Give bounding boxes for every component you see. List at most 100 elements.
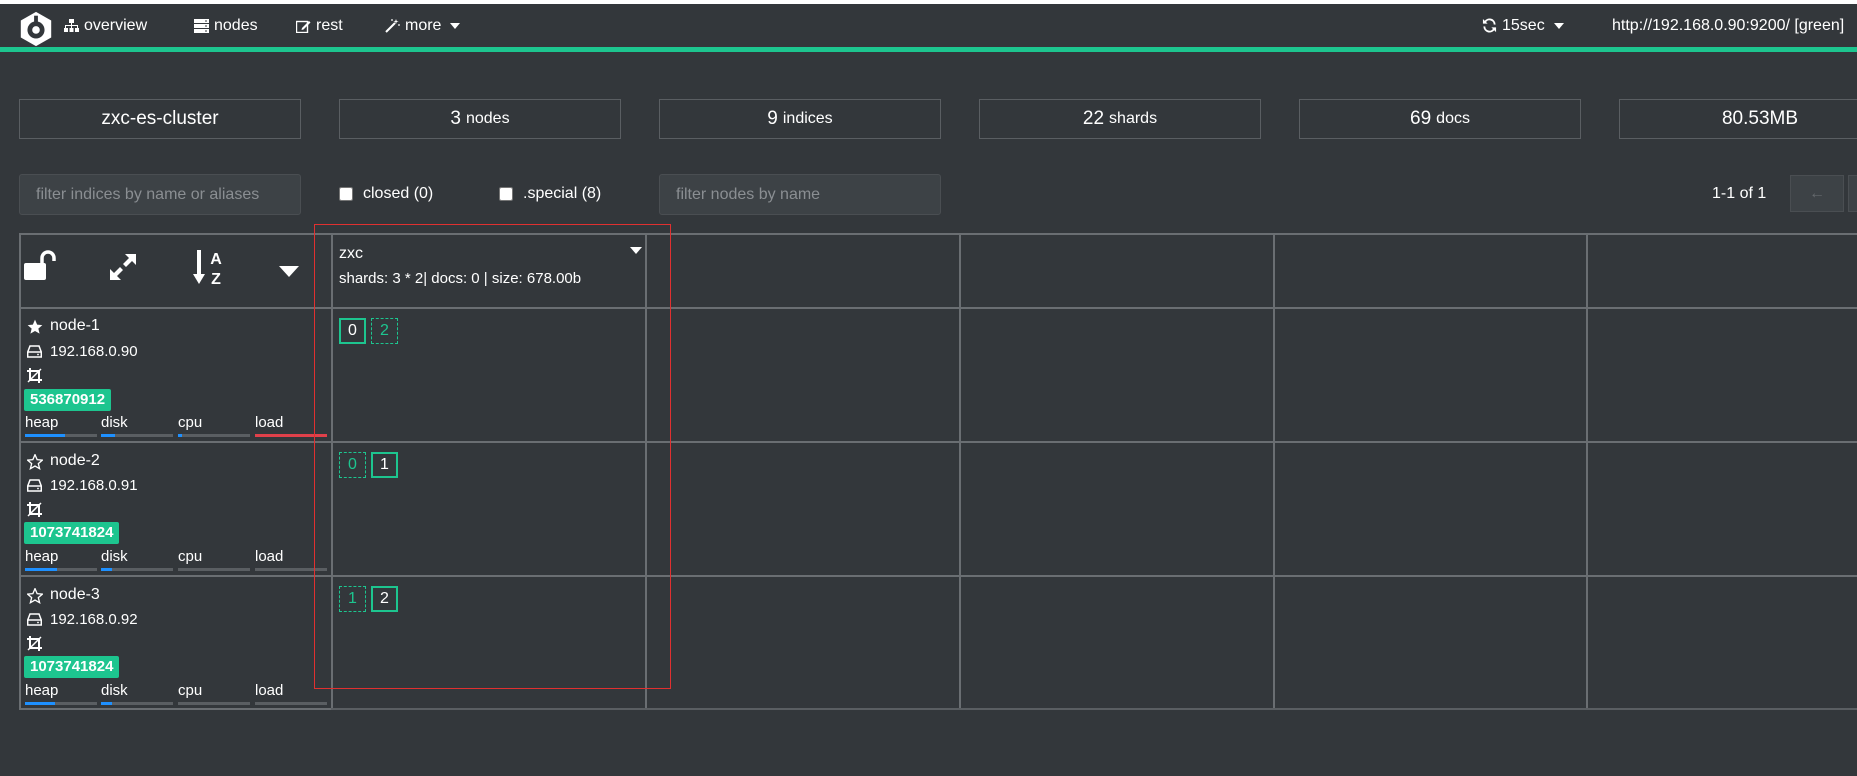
node-badge: 1073741824: [24, 522, 120, 544]
expand-icon[interactable]: [108, 252, 138, 282]
metric-bar-heap: [25, 568, 97, 571]
star-outline-icon: [27, 588, 43, 604]
metric-fill-heap: [25, 568, 57, 571]
svg-text:Z: Z: [211, 271, 221, 287]
grid-line: [19, 708, 334, 710]
grid-line: [331, 708, 1857, 710]
chevron-down-icon: [1553, 22, 1564, 29]
grid-line: [1586, 233, 1588, 710]
node-badge: 1073741824: [24, 656, 120, 678]
metric-bar-disk: [101, 568, 173, 571]
metric-bar-heap: [25, 434, 97, 437]
sort-alpha-icon[interactable]: A Z: [193, 249, 227, 287]
hdd-icon: [27, 345, 42, 358]
closed-checkbox-label: closed (0): [363, 185, 434, 202]
stat-nodes-count: 3: [450, 108, 461, 129]
shard-replica[interactable]: 0: [339, 452, 366, 478]
grid-line: [1273, 233, 1275, 710]
grid-line: [19, 441, 1857, 443]
metric-bar-load: [255, 568, 327, 571]
cluster-url[interactable]: http://192.168.0.90:9200/ [green]: [1612, 4, 1844, 47]
index-name[interactable]: zxc: [339, 245, 363, 263]
node-badge: 536870912: [24, 389, 112, 411]
index-options-caret-icon[interactable]: [630, 247, 642, 254]
stat-shards: 22 shards: [979, 99, 1261, 139]
nav-rest[interactable]: rest: [296, 4, 343, 47]
metric-label-disk: disk: [101, 414, 128, 431]
cerebro-logo-icon[interactable]: [17, 10, 55, 48]
metric-bar-cpu: [178, 434, 250, 437]
refresh-interval-label: 15sec: [1502, 17, 1545, 34]
metric-fill-load: [255, 434, 327, 437]
node-name[interactable]: node-3: [50, 586, 100, 604]
server-icon: [194, 18, 209, 33]
grid-line: [19, 575, 1857, 577]
shard-primary[interactable]: 1: [371, 452, 398, 478]
special-checkbox-input[interactable]: [499, 187, 513, 201]
navbar-accent-bar: [0, 47, 1857, 52]
shard-primary[interactable]: 0: [339, 318, 366, 344]
next-page-button[interactable]: [1848, 175, 1857, 212]
filter-indices-input[interactable]: [19, 174, 301, 215]
metric-fill-heap: [25, 702, 55, 705]
special-checkbox-label: .special (8): [523, 185, 602, 202]
overview-grid: [19, 233, 1857, 710]
metric-label-heap: heap: [25, 682, 59, 699]
metric-label-disk: disk: [101, 682, 128, 699]
metric-bar-load: [255, 434, 327, 437]
crop-icon: [27, 636, 42, 651]
cluster-name: zxc-es-cluster: [101, 108, 219, 129]
stat-size-value: 80.53MB: [1721, 108, 1799, 129]
metric-label-load: load: [255, 548, 284, 565]
edit-icon: [296, 20, 311, 33]
metric-fill-cpu: [178, 434, 182, 437]
node-ip: 192.168.0.92: [50, 611, 138, 628]
shard-replica[interactable]: 2: [371, 318, 398, 344]
nav-rest-label: rest: [316, 17, 343, 34]
metric-bar-disk: [101, 702, 173, 705]
metric-bar-disk: [101, 434, 173, 437]
chevron-down-icon[interactable]: [279, 266, 299, 277]
stat-shards-count: 22: [1082, 108, 1105, 129]
shard-replica[interactable]: 1: [339, 586, 366, 612]
pagination-info: 1-1 of 1: [1712, 185, 1767, 202]
metric-bar-cpu: [178, 568, 250, 571]
nav-nodes[interactable]: nodes: [194, 4, 258, 47]
nav-overview[interactable]: overview: [64, 4, 147, 47]
metric-label-heap: heap: [25, 414, 59, 431]
special-indices-checkbox[interactable]: .special (8): [499, 185, 601, 203]
nav-more-dropdown[interactable]: more: [385, 4, 461, 47]
metric-bar-load: [255, 702, 327, 705]
prev-page-button[interactable]: ←: [1790, 175, 1844, 212]
node-name[interactable]: node-2: [50, 452, 100, 470]
magic-wand-icon: [385, 18, 400, 33]
unlock-icon[interactable]: [24, 250, 58, 284]
metric-label-load: load: [255, 414, 284, 431]
grid-line: [19, 233, 1857, 235]
crop-icon: [27, 368, 42, 383]
star-outline-icon: [27, 454, 43, 470]
metric-label-load: load: [255, 682, 284, 699]
stat-docs-unit: docs: [1436, 110, 1470, 127]
cluster-url-label: http://192.168.0.90:9200/ [green]: [1612, 17, 1845, 34]
navbar: overview nodes rest more 15sec http://19…: [0, 4, 1857, 47]
stat-indices-unit: indices: [782, 110, 833, 127]
refresh-interval-dropdown[interactable]: 15sec: [1482, 4, 1564, 47]
metric-label-cpu: cpu: [178, 414, 203, 431]
stat-nodes-unit: nodes: [465, 110, 510, 127]
grid-line: [19, 233, 21, 710]
node-ip: 192.168.0.91: [50, 477, 138, 494]
chevron-down-icon: [450, 22, 461, 29]
metric-label-cpu: cpu: [178, 682, 203, 699]
metric-bar-cpu: [178, 702, 250, 705]
grid-line: [331, 233, 333, 710]
node-name[interactable]: node-1: [50, 317, 100, 335]
closed-indices-checkbox[interactable]: closed (0): [339, 185, 433, 203]
sitemap-icon: [64, 18, 79, 32]
closed-checkbox-input[interactable]: [339, 187, 353, 201]
metric-fill-heap: [25, 434, 65, 437]
shard-primary[interactable]: 2: [371, 586, 398, 612]
filter-nodes-input[interactable]: [659, 174, 941, 215]
node-ip: 192.168.0.90: [50, 343, 138, 360]
stat-indices-count: 9: [767, 108, 778, 129]
